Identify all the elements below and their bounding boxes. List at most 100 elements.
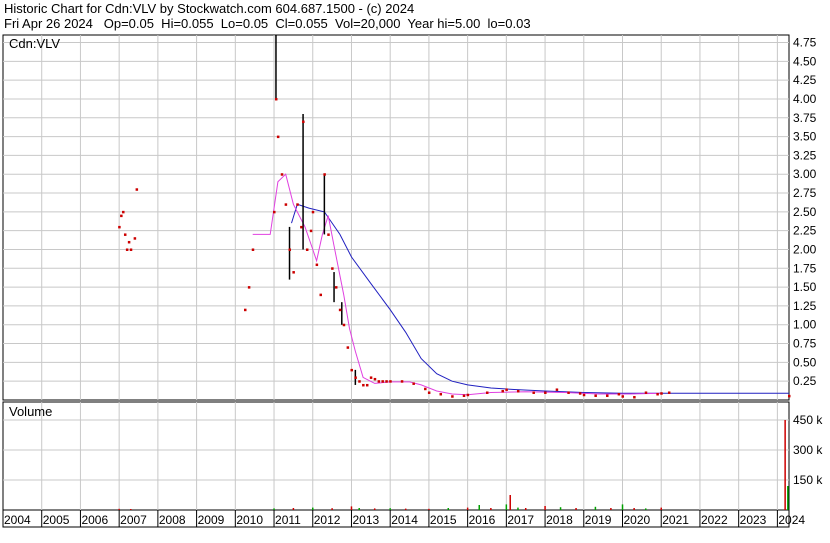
price-point (300, 225, 303, 229)
volume-bar (505, 504, 508, 510)
volume-bar (118, 508, 120, 510)
price-point (501, 389, 504, 393)
volume-y-tick-label: 300 k (793, 443, 823, 457)
price-y-tick-label: 3.50 (793, 130, 817, 144)
price-point (365, 383, 369, 387)
x-tick-label: 2020 (624, 513, 651, 527)
volume-y-tick-label: 150 k (793, 473, 823, 487)
price-point (594, 394, 597, 397)
price-point (354, 376, 357, 379)
price-point (451, 395, 454, 398)
volume-bar (594, 506, 597, 510)
price-point (412, 382, 415, 385)
price-point (544, 391, 547, 394)
volume-bar (273, 508, 275, 510)
price-y-tick-label: 0.75 (793, 337, 817, 351)
price-point (315, 263, 319, 267)
price-point (373, 377, 377, 381)
x-tick-label: 2023 (740, 513, 767, 527)
price-point (606, 394, 609, 397)
volume-bar (621, 504, 624, 510)
price-point (129, 248, 133, 251)
price-point (400, 380, 404, 383)
price-point (319, 293, 322, 297)
volume-bar (389, 508, 391, 510)
volume-bar (575, 508, 577, 510)
x-tick-label: 2010 (236, 513, 263, 527)
price-point (247, 286, 251, 289)
price-point (358, 380, 361, 383)
x-tick-label: 2024 (778, 513, 805, 527)
price-point (578, 392, 582, 395)
price-y-tick-label: 1.75 (793, 261, 817, 275)
x-tick-label: 2021 (662, 513, 689, 527)
volume-bar (490, 508, 492, 510)
volume-bar (466, 507, 469, 510)
price-point (633, 395, 636, 399)
price-point (621, 395, 625, 398)
price-y-tick-label: 2.00 (793, 242, 817, 256)
price-point (505, 388, 508, 391)
volume-bar (373, 508, 376, 510)
x-tick-label: 2014 (391, 513, 418, 527)
volume-bar (350, 506, 353, 510)
price-point (334, 286, 338, 289)
price-y-tick-label: 4.00 (793, 92, 817, 106)
price-point (350, 368, 353, 372)
volume-bar (428, 508, 430, 510)
price-point (381, 380, 384, 383)
price-point (462, 394, 466, 397)
price-point (389, 380, 392, 383)
price-point (251, 248, 255, 251)
price-panel-title: Cdn:VLV (9, 36, 60, 51)
price-point (123, 233, 127, 236)
price-point (617, 392, 621, 396)
price-point (644, 391, 648, 394)
price-y-tick-label: 2.50 (793, 205, 817, 219)
volume-bar (130, 509, 132, 510)
x-tick-label: 2016 (469, 513, 496, 527)
x-tick-label: 2022 (701, 513, 728, 527)
volume-bar (644, 508, 647, 510)
volume-y-tick-label: 450 k (793, 413, 823, 427)
x-tick-label: 2017 (507, 513, 534, 527)
volume-panel-frame (2, 401, 790, 511)
price-point (362, 383, 365, 387)
price-point (567, 391, 570, 394)
x-tick-label: 2013 (352, 513, 379, 527)
x-tick-label: 2007 (120, 513, 147, 527)
price-y-tick-label: 0.25 (793, 374, 817, 388)
price-point (656, 392, 659, 396)
price-point (135, 188, 139, 191)
price-point (311, 210, 315, 214)
volume-bar (331, 508, 333, 510)
volume-bar (660, 507, 662, 510)
price-point (331, 267, 334, 270)
price-point (122, 210, 125, 214)
price-point (369, 376, 373, 379)
price-point (296, 203, 299, 206)
price-point (788, 394, 791, 398)
volume-bar (784, 420, 786, 510)
price-point (323, 173, 326, 176)
price-y-tick-label: 4.25 (793, 73, 817, 87)
price-point (532, 391, 535, 394)
price-y-tick-label: 4.75 (793, 36, 817, 50)
price-point (276, 135, 280, 139)
price-point (660, 392, 663, 395)
price-point (284, 203, 288, 206)
volume-bar (312, 507, 314, 510)
price-point (342, 323, 346, 327)
x-tick-label: 2018 (546, 513, 573, 527)
price-point (346, 346, 350, 349)
price-point (125, 248, 129, 251)
x-tick-label: 2012 (314, 513, 341, 527)
price-y-tick-label: 1.00 (793, 318, 817, 332)
price-y-tick-label: 3.75 (793, 111, 817, 125)
price-point (516, 389, 520, 393)
price-point (280, 173, 284, 176)
chart-canvas: 2004 2005 2006 2007 2008 2009 2010 2011 2012 2013… (2, 34, 823, 528)
price-y-tick-label: 2.25 (793, 224, 817, 238)
x-tick-label: 2004 (4, 513, 31, 527)
volume-bar (633, 508, 635, 510)
